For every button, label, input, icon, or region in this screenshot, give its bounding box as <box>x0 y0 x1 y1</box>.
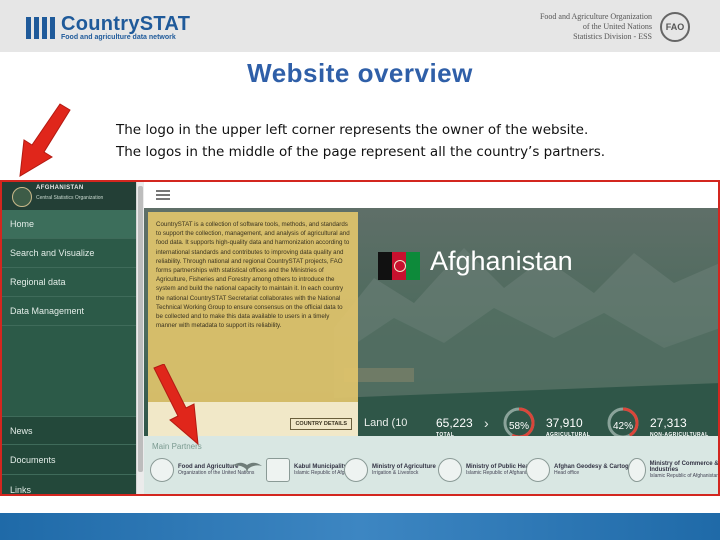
body-line-2: The logos in the middle of the page repr… <box>116 144 606 160</box>
partner-sub: Irrigation & Livestock <box>372 470 419 476</box>
body-line-1: The logo in the upper left corner repres… <box>116 122 589 138</box>
partner-sub: Head office <box>554 470 580 476</box>
moph-icon <box>438 458 462 482</box>
nav-search-visualize[interactable]: Search and Visualize <box>2 239 136 268</box>
partner-logo-commerce[interactable]: Ministry of Commerce & Industries Islamic… <box>628 458 720 482</box>
chevron-right-icon[interactable]: › <box>484 415 489 431</box>
kabul-icon <box>266 458 290 482</box>
ring1-percent: 58% <box>508 421 529 432</box>
arrow-owner-icon <box>19 103 71 177</box>
land-label: Land (10 <box>364 417 408 429</box>
fao-logo: Food and Agriculture Organization of the… <box>532 12 690 42</box>
nav-links[interactable]: Links <box>2 476 136 494</box>
nav-documents[interactable]: Documents <box>2 446 136 475</box>
partner-logo-moph[interactable]: Ministry of Public Health Islamic Republi… <box>438 458 536 482</box>
fao-emblem-icon: FAO <box>660 12 690 42</box>
land-stats-bar: Land (10 65,223 TOTAL › 58% 37,910 AGRIC… <box>360 407 718 439</box>
partner-logo-mail[interactable]: Ministry of Agriculture Irrigation & Live… <box>344 458 436 482</box>
partners-section: Main Partners Food and Agriculture Organi… <box>144 436 720 494</box>
mail-ministry-icon <box>344 458 368 482</box>
fao-icon <box>150 458 174 482</box>
nav-home[interactable]: Home <box>2 210 136 239</box>
slide-title: Website overview <box>247 58 473 88</box>
fao-org-text: Food and Agriculture Organization of the… <box>532 12 652 42</box>
eagle-icon <box>232 462 262 473</box>
scrollbar-thumb[interactable] <box>138 186 143 472</box>
nav-data-management[interactable]: Data Management <box>2 297 136 326</box>
slide-body: The logo in the upper left corner repres… <box>116 119 605 163</box>
hamburger-menu-icon[interactable] <box>156 190 170 200</box>
site-org-header: AFGHANISTAN Central Statistics Organizat… <box>2 182 136 210</box>
brand-name: CountrySTAT <box>61 13 191 35</box>
site-main: CountrySTAT is a collection of software … <box>144 182 720 494</box>
org-line-1: Food and Agriculture Organization <box>539 12 652 21</box>
country-name: Afghanistan <box>430 246 573 276</box>
brand-tagline: Food and agriculture data network <box>61 34 176 41</box>
site-org-name: AFGHANISTAN <box>36 185 84 191</box>
org-line-2: of the United Nations <box>582 22 652 31</box>
country-hero: CountrySTAT is a collection of software … <box>144 208 718 439</box>
mountains-image <box>334 248 718 436</box>
org-line-3: Statistics Division - ESS <box>573 32 652 41</box>
nav-regional-data[interactable]: Regional data <box>2 268 136 297</box>
afghanistan-flag-icon <box>378 252 420 280</box>
site-topbar <box>144 182 718 209</box>
partner-sub: Islamic Republic of Afghanistan <box>649 473 720 479</box>
slide-footer-bar <box>0 513 720 540</box>
slide-header: CountrySTAT Food and agriculture data ne… <box>0 0 720 52</box>
commerce-icon <box>628 458 646 482</box>
site-sidebar: AFGHANISTAN Central Statistics Organizat… <box>2 182 136 494</box>
ring2-percent: 42% <box>612 421 633 432</box>
total-value: 65,223 <box>436 416 473 430</box>
site-org-subtitle: Central Statistics Organization <box>36 195 104 201</box>
bars-icon <box>26 16 55 39</box>
partner-logo-eagle[interactable] <box>232 458 262 474</box>
geodesy-icon <box>526 458 550 482</box>
nonagri-value: 27,313 <box>650 416 687 430</box>
arrow-partners-icon <box>153 364 199 446</box>
nav-news[interactable]: News <box>2 416 136 445</box>
countrystat-logo: CountrySTAT Food and agriculture data ne… <box>26 14 190 41</box>
agri-value: 37,910 <box>546 416 583 430</box>
partner-name: Ministry of Commerce & Industries <box>649 461 719 473</box>
country-intro-text: CountrySTAT is a collection of software … <box>156 221 350 330</box>
country-details-button[interactable]: COUNTRY DETAILS <box>290 418 352 430</box>
afghanistan-emblem-icon <box>12 187 32 207</box>
website-screenshot: AFGHANISTAN Central Statistics Organizat… <box>0 180 720 496</box>
